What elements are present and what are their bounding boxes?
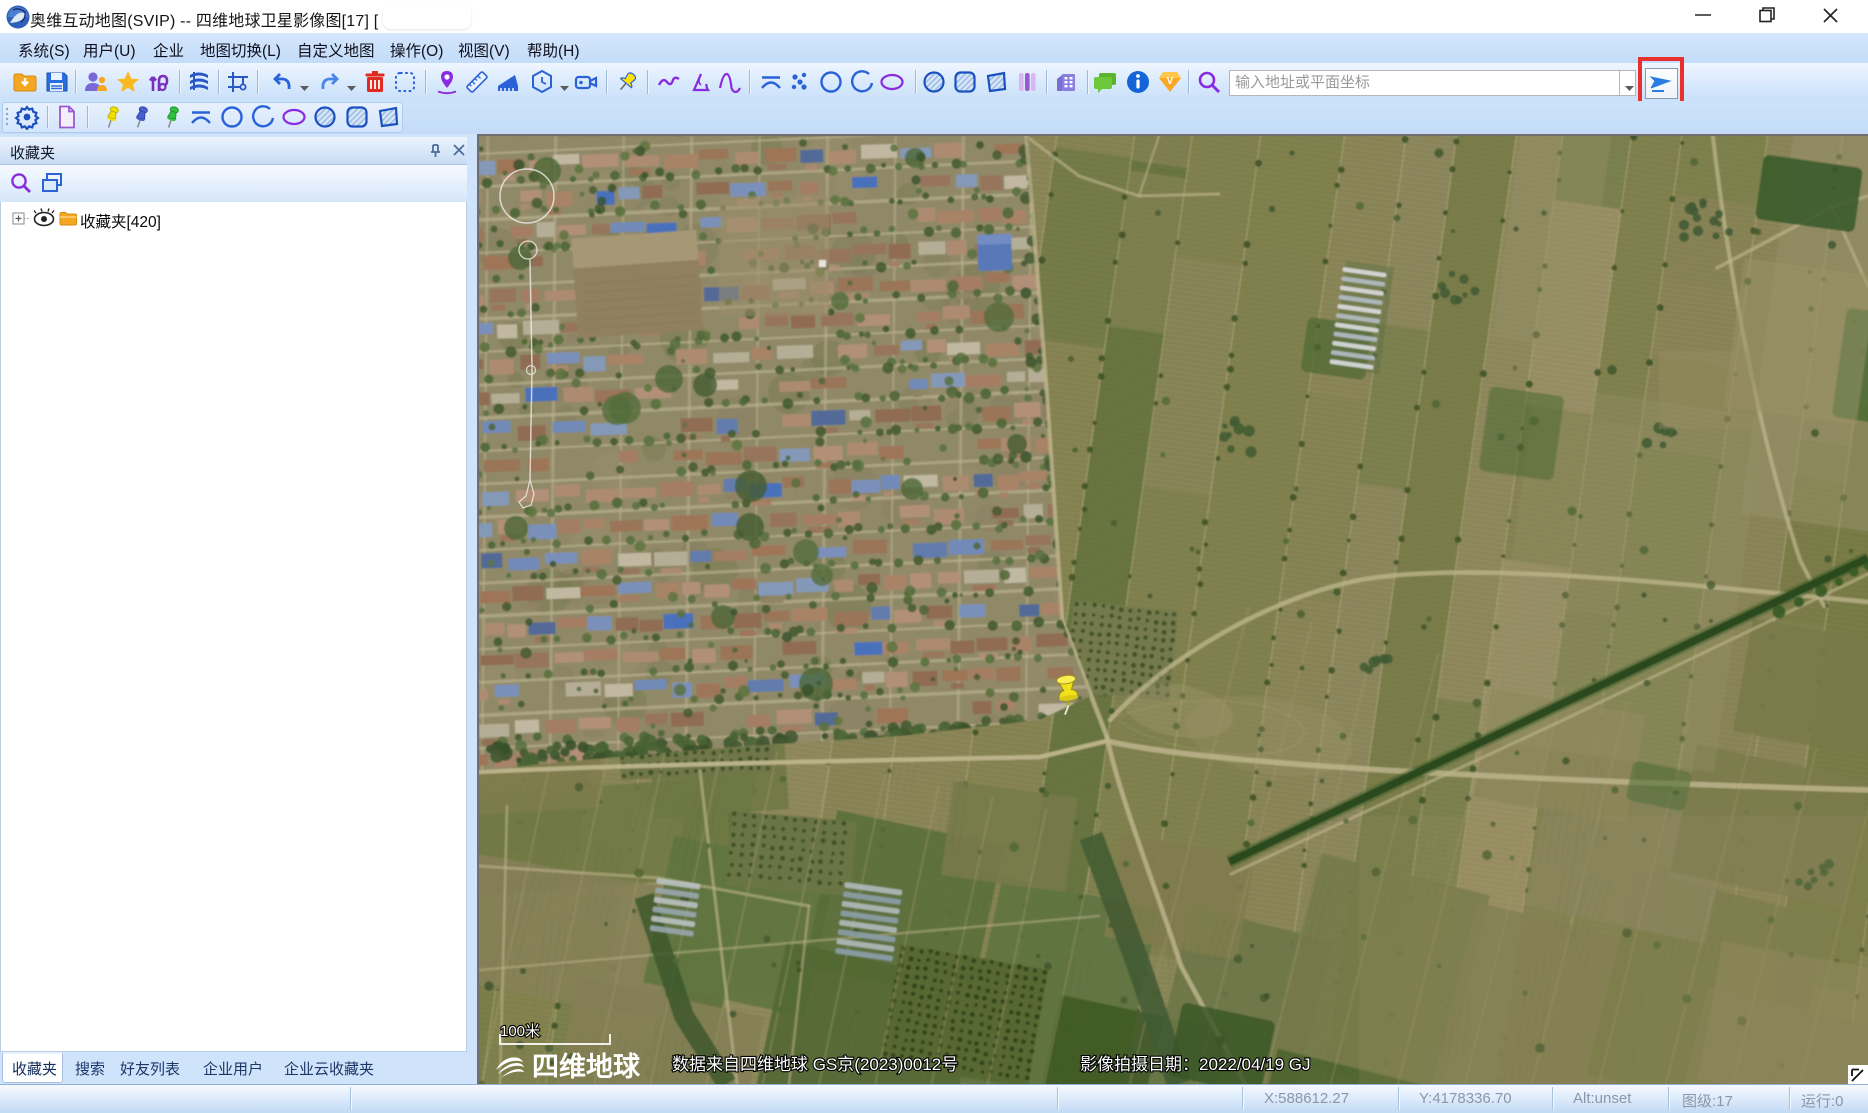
svg-text:100米: 100米 [500,1023,540,1040]
svg-text:影像拍摄日期：2022/04/19 GJ: 影像拍摄日期：2022/04/19 GJ [1080,1055,1311,1074]
svg-text:数据来自四维地球 GS京(2023)0012号: 数据来自四维地球 GS京(2023)0012号 [672,1055,958,1074]
svg-text:四维地球: 四维地球 [532,1052,641,1082]
svg-text:V: V [1167,76,1174,87]
